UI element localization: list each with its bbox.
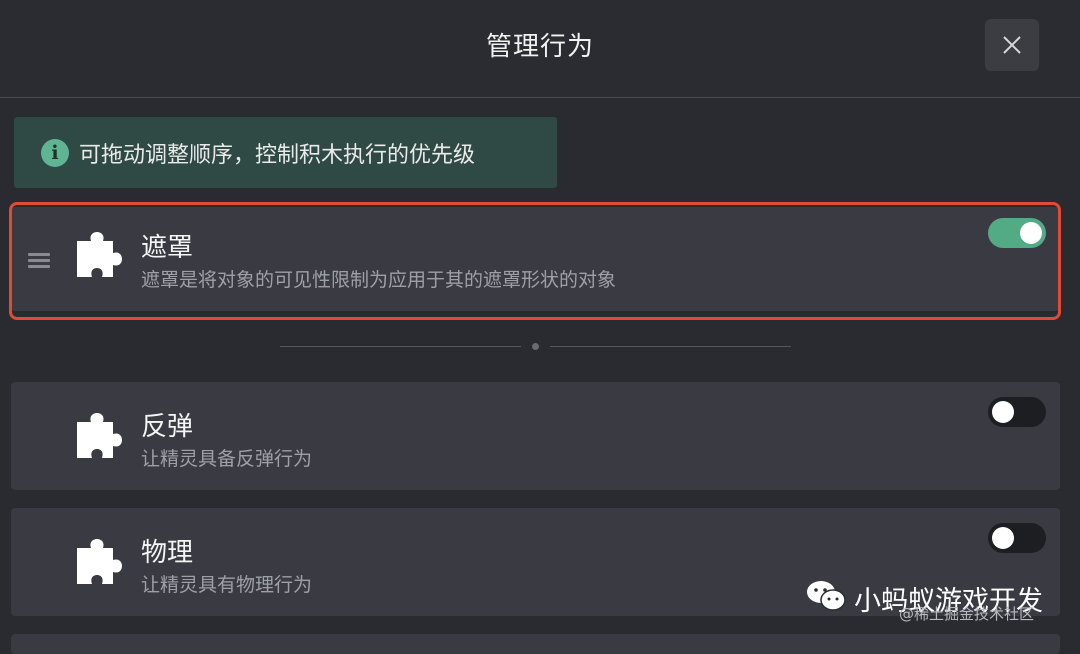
wechat-icon [807, 581, 846, 611]
behavior-enable-toggle[interactable] [988, 523, 1046, 553]
close-button[interactable] [985, 19, 1039, 71]
drag-hint-banner: i 可拖动调整顺序，控制积木执行的优先级 [14, 117, 557, 188]
drop-divider-right [550, 346, 791, 347]
behavior-card-bounce[interactable]: 反弹 让精灵具备反弹行为 [11, 382, 1060, 490]
drop-divider-dot [532, 343, 539, 350]
behavior-title: 物理 [141, 538, 194, 568]
drop-divider-left [280, 346, 521, 347]
behavior-description: 让精灵具有物理行为 [141, 574, 313, 596]
dialog-title: 管理行为 [485, 32, 594, 62]
selection-highlight [9, 202, 1061, 320]
drag-hint-text: 可拖动调整顺序，控制积木执行的优先级 [79, 143, 476, 168]
close-icon [1003, 36, 1021, 54]
info-icon: i [41, 139, 69, 167]
toggle-knob [992, 527, 1014, 549]
behavior-enable-toggle[interactable] [988, 397, 1046, 427]
puzzle-piece-icon [77, 539, 122, 584]
dialog-header: 管理行为 [0, 0, 1080, 98]
toggle-knob [992, 401, 1014, 423]
behavior-description: 让精灵具备反弹行为 [141, 448, 313, 470]
behavior-card-partial[interactable] [11, 634, 1060, 654]
puzzle-piece-icon [77, 413, 122, 458]
behavior-title: 反弹 [141, 412, 194, 442]
watermark-source: @稀土掘金技术社区 [899, 605, 1035, 623]
